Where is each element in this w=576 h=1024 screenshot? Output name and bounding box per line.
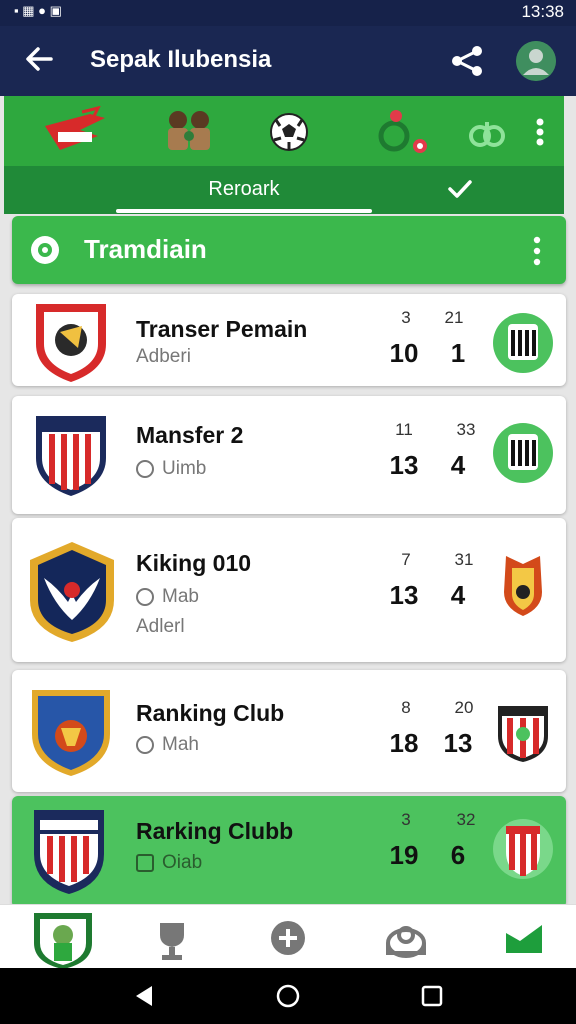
club-crest-icon xyxy=(34,810,104,894)
club-logo-icon[interactable] xyxy=(40,106,110,158)
ranking-chart-icon[interactable] xyxy=(494,913,554,963)
club-name: Transer Pemain xyxy=(136,316,308,342)
stat-big-2: 1 xyxy=(450,338,466,368)
stat-small-2: 21 xyxy=(444,308,464,327)
stat-small-1: 7 xyxy=(401,550,411,569)
stats-icon[interactable] xyxy=(452,106,522,158)
app-bar: Sepak Ilubensia xyxy=(0,26,576,96)
section-header: Tramdiain xyxy=(12,216,566,284)
clock-icon xyxy=(136,735,154,754)
club-subtitle-row: Uimb xyxy=(136,458,206,480)
club-crest-icon xyxy=(36,416,106,496)
stat-small-2: 33 xyxy=(456,420,476,439)
system-navigation-bar xyxy=(0,968,576,1024)
stat-big-1: 19 xyxy=(389,840,419,870)
club-subtitle-2: Adlerl xyxy=(136,616,185,637)
club-name: Mansfer 2 xyxy=(136,422,244,448)
club-subtitle: Oiab xyxy=(162,852,203,873)
notification-icons: ▪ ▦ ● ▣ xyxy=(14,3,62,18)
check-icon[interactable] xyxy=(447,178,473,200)
page-title: Sepak Ilubensia xyxy=(90,46,272,73)
club-card[interactable]: Transer Pemain Adberi 3 21 10 1 xyxy=(12,294,566,386)
football-icon xyxy=(31,236,59,264)
club-subtitle: Mah xyxy=(162,734,199,755)
avatar[interactable] xyxy=(516,41,556,81)
club-name: Rarking Clubb xyxy=(136,818,294,844)
trophy-icon[interactable] xyxy=(142,913,202,963)
stat-small-2: 20 xyxy=(454,698,474,717)
stat-small-2: 32 xyxy=(456,810,476,829)
stat-small-1: 3 xyxy=(401,308,411,327)
stat-big-2: 4 xyxy=(450,450,466,480)
club-subtitle: Mab xyxy=(162,586,199,607)
more-vert-icon[interactable] xyxy=(522,106,558,158)
club-card[interactable]: Ranking Club Mah 8 20 18 13 xyxy=(12,670,566,792)
stat-big-1: 18 xyxy=(389,728,419,758)
tab-indicator xyxy=(116,209,372,213)
home-circle-icon[interactable] xyxy=(276,984,300,1008)
more-vert-icon[interactable] xyxy=(532,236,542,266)
stat-big-1: 10 xyxy=(389,338,419,368)
category-icon-strip xyxy=(4,96,564,166)
recents-square-icon[interactable] xyxy=(420,984,444,1008)
opponent-crest-icon xyxy=(493,313,553,373)
soccer-ball-icon[interactable] xyxy=(254,106,324,158)
stadium-icon[interactable] xyxy=(376,913,436,963)
clock-icon xyxy=(136,587,154,606)
club-subtitle: Uimb xyxy=(162,458,207,479)
tab-reroark[interactable]: Reroark xyxy=(114,166,374,212)
club-subtitle: Adberi xyxy=(136,346,191,367)
back-triangle-icon[interactable] xyxy=(132,984,156,1008)
opponent-crest-icon xyxy=(493,819,553,879)
add-icon[interactable] xyxy=(258,913,318,963)
stat-small-1: 3 xyxy=(401,810,411,829)
club-subtitle-row: Oiab xyxy=(136,852,202,874)
players-icon[interactable] xyxy=(154,106,224,158)
stat-big-2: 6 xyxy=(450,840,466,870)
club-card[interactable]: Mansfer 2 Uimb 11 33 13 4 xyxy=(12,396,566,514)
clock: 13:38 xyxy=(521,2,564,21)
stat-small-1: 8 xyxy=(401,698,411,717)
opponent-crest-icon xyxy=(504,556,542,616)
club-subtitle-row: Mah xyxy=(136,734,199,756)
share-icon[interactable] xyxy=(450,44,484,78)
status-bar: ▪ ▦ ● ▣ 13:38 xyxy=(0,0,576,26)
club-subtitle-row: Mab xyxy=(136,586,199,608)
opponent-crest-icon xyxy=(498,706,548,762)
stat-big-2: 13 xyxy=(443,728,473,758)
club-card[interactable]: Kiking 010 Mab Adlerl 7 31 13 4 xyxy=(12,518,566,662)
club-crest-icon xyxy=(32,690,110,776)
back-arrow-icon[interactable] xyxy=(24,44,54,74)
clock-icon xyxy=(136,459,154,478)
stat-big-1: 13 xyxy=(389,450,419,480)
stat-small-1: 11 xyxy=(395,420,413,439)
club-mascot-icon[interactable] xyxy=(28,907,98,969)
club-crest-icon xyxy=(30,542,114,642)
club-crest-icon xyxy=(36,304,106,382)
stat-small-2: 31 xyxy=(454,550,474,569)
match-icon[interactable] xyxy=(366,106,436,158)
bottom-navigation xyxy=(0,904,576,969)
calendar-icon xyxy=(136,853,154,872)
opponent-crest-icon xyxy=(493,423,553,483)
stat-big-1: 13 xyxy=(389,580,419,610)
club-card-highlighted[interactable]: Rarking Clubb Oiab 3 32 19 6 xyxy=(12,796,566,908)
club-name: Kiking 010 xyxy=(136,550,252,576)
club-name: Ranking Club xyxy=(136,700,285,726)
stat-big-2: 4 xyxy=(450,580,466,610)
section-title: Tramdiain xyxy=(84,234,207,264)
tab-bar: Reroark xyxy=(4,166,564,214)
